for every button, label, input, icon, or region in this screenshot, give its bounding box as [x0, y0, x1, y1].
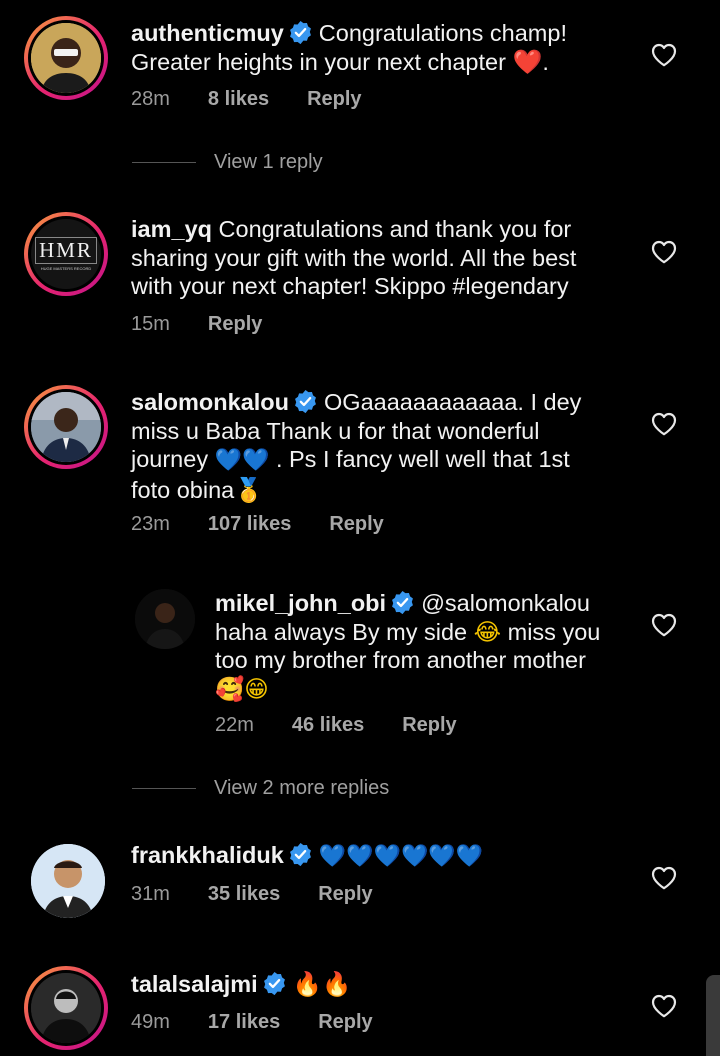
- heart-outline-icon[interactable]: [651, 43, 677, 67]
- fire-emoji: 🔥🔥: [292, 970, 352, 998]
- divider-line: [132, 788, 196, 790]
- username[interactable]: mikel_john_obi: [215, 590, 386, 616]
- username[interactable]: authenticmuy: [131, 20, 284, 46]
- laughing-emoji: 😂: [473, 617, 502, 646]
- avatar[interactable]: [134, 588, 196, 650]
- avatar[interactable]: [24, 16, 108, 100]
- heart-outline-icon[interactable]: [651, 412, 677, 436]
- timestamp: 22m: [215, 714, 254, 736]
- likes-count[interactable]: 35 likes: [208, 883, 280, 905]
- avatar-photo: [31, 844, 105, 918]
- likes-count[interactable]: 17 likes: [208, 1011, 280, 1033]
- reply-button[interactable]: Reply: [318, 1011, 372, 1033]
- timestamp: 15m: [131, 313, 170, 335]
- avatar[interactable]: [24, 385, 108, 469]
- smiling-emojis: 🥰😁: [215, 674, 269, 703]
- timestamp: 49m: [131, 1011, 170, 1033]
- reply-button[interactable]: Reply: [307, 88, 361, 110]
- avatar-logo-text: HMR: [35, 237, 97, 264]
- view-more-replies-button[interactable]: View 2 more replies: [132, 777, 389, 800]
- likes-count[interactable]: 107 likes: [208, 513, 291, 535]
- heart-outline-icon[interactable]: [651, 240, 677, 264]
- heart-outline-icon[interactable]: [651, 613, 677, 637]
- blue-hearts-emoji: 💙💙💙💙💙💙: [318, 844, 484, 869]
- heart-outline-icon[interactable]: [651, 994, 677, 1018]
- timestamp: 23m: [131, 513, 170, 535]
- reply-button[interactable]: Reply: [318, 883, 372, 905]
- timestamp: 31m: [131, 883, 170, 905]
- red-heart-emoji: ❤️: [512, 47, 543, 76]
- verified-badge-icon: [390, 590, 415, 615]
- verified-badge-icon: [262, 971, 287, 996]
- blue-hearts-emoji: 💙💙: [214, 448, 270, 473]
- avatar[interactable]: HMR HUGE MASTERS RECORD: [24, 212, 108, 296]
- scrollbar[interactable]: [706, 975, 720, 1056]
- divider-line: [132, 162, 196, 164]
- username[interactable]: talalsalajmi: [131, 971, 258, 997]
- heart-outline-icon[interactable]: [651, 866, 677, 890]
- likes-count[interactable]: 46 likes: [292, 714, 364, 736]
- avatar-photo: [31, 973, 101, 1043]
- medal-emoji: 🥇: [234, 475, 264, 504]
- verified-badge-icon: [288, 20, 313, 45]
- username[interactable]: salomonkalou: [131, 389, 289, 415]
- avatar-photo: [31, 392, 101, 462]
- verified-badge-icon: [293, 389, 318, 414]
- username[interactable]: frankkhaliduk: [131, 842, 284, 868]
- likes-count[interactable]: 8 likes: [208, 88, 269, 110]
- reply-button[interactable]: Reply: [208, 313, 262, 335]
- avatar-photo: [31, 23, 101, 93]
- reply-button[interactable]: Reply: [329, 513, 383, 535]
- avatar-photo: [135, 589, 195, 649]
- timestamp: 28m: [131, 88, 170, 110]
- username[interactable]: iam_yq: [131, 216, 212, 242]
- view-replies-button[interactable]: View 1 reply: [132, 151, 323, 174]
- avatar[interactable]: [24, 966, 108, 1050]
- verified-badge-icon: [288, 842, 313, 867]
- avatar[interactable]: [30, 843, 106, 919]
- reply-button[interactable]: Reply: [402, 714, 456, 736]
